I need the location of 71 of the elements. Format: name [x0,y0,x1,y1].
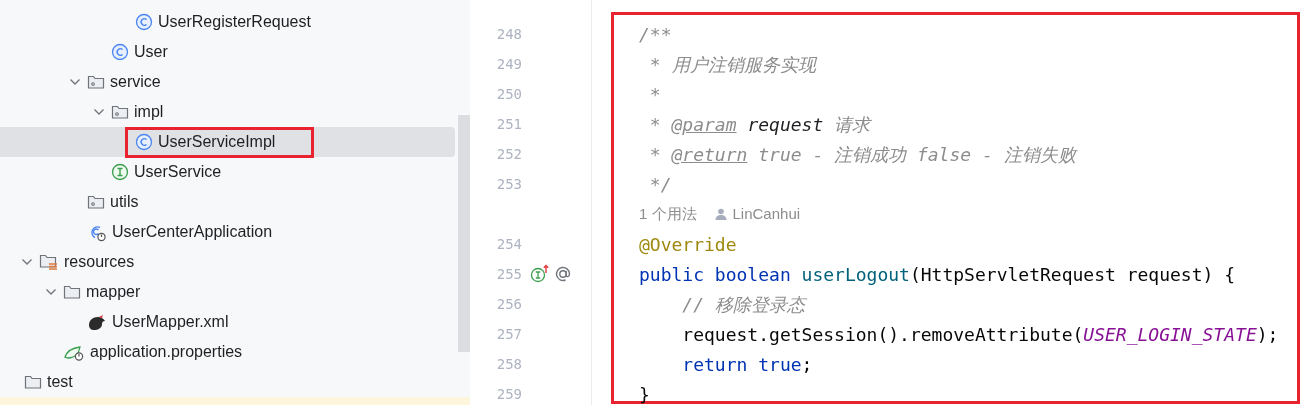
item-label: UserCenterApplication [112,222,273,242]
tree-item[interactable]: resources [0,247,455,277]
code-line: } [639,382,650,405]
implements-icon[interactable] [530,264,550,284]
line-number: 253 [495,174,522,194]
package-folder-icon [87,74,105,90]
person-icon [714,208,727,220]
item-label: UserService [134,162,222,182]
code-line: * [648,82,661,107]
item-label: service [110,72,161,92]
class-icon [135,133,153,151]
tree-item[interactable]: UserRegisterRequest [0,7,455,37]
code-line: // 移除登录态 [681,292,805,317]
chevron-down-icon[interactable] [45,288,57,296]
at-sign-icon[interactable] [553,264,573,284]
line-number: 252 [495,144,522,164]
tree-item[interactable]: User [0,37,455,67]
code-line: return true; [681,352,813,377]
tree-item[interactable]: UserMapper.xml [0,307,455,337]
item-label: application.properties [90,342,243,362]
item-label: test [47,372,73,392]
item-label: impl [134,102,164,122]
code-line: * 用户注销服务实现 [648,52,816,77]
line-number: 258 [495,354,522,374]
chevron-down-icon[interactable] [69,78,81,86]
class-icon [135,13,153,31]
usages-hint[interactable]: 1 个用法 [639,202,697,226]
interface-icon [111,163,129,181]
tree-item[interactable]: test [0,367,455,397]
tree-item[interactable]: UserServiceImpl [0,127,455,157]
item-label: utils [110,192,139,212]
line-number: 250 [495,84,522,104]
item-label: mapper [86,282,141,302]
folder-icon [63,284,81,300]
line-number: 255 [495,264,522,284]
line-number: 251 [495,114,522,134]
package-folder-icon [87,194,105,210]
code-line: @Override [639,232,737,257]
line-number: 249 [495,54,522,74]
tree-item[interactable]: application.properties [0,337,455,367]
item-label: User [134,42,168,62]
bird-icon [87,313,107,331]
code-line: * @return true - 注销成功 false - 注销失败 [648,142,1076,167]
folder-icon [24,374,42,390]
item-label: resources [64,252,135,272]
scrollbar[interactable] [458,115,470,352]
resources-folder-icon [39,253,59,271]
tree-item[interactable]: service [0,67,455,97]
tree-item[interactable]: UserCenterApplication [0,217,455,247]
code-line: * @param request 请求 [648,112,871,137]
chevron-down-icon[interactable] [93,108,105,116]
tree-item[interactable]: utils [0,187,455,217]
line-number: 248 [495,24,522,44]
code-line: request.getSession().removeAttribute(USER_LOGIN_STATE); [681,322,1279,347]
tree-item[interactable]: UserService [0,157,455,187]
code-line: */ [648,172,672,197]
chevron-down-icon[interactable] [21,258,33,266]
code-line: /** [639,22,672,47]
line-number: 256 [495,294,522,314]
line-number: 257 [495,324,522,344]
code-line: public boolean userLogout(HttpServletRequest request) { [639,262,1236,287]
line-number: 254 [495,234,522,254]
tree-item[interactable]: mapper [0,277,455,307]
item-label: UserServiceImpl [158,132,276,152]
item-label: UserMapper.xml [112,312,229,332]
package-folder-icon [111,104,129,120]
line-number: 259 [495,384,522,404]
class-icon [111,43,129,61]
tree-item[interactable]: impl [0,97,455,127]
leaf-icon [63,343,85,361]
item-label: UserRegisterRequest [158,12,311,32]
